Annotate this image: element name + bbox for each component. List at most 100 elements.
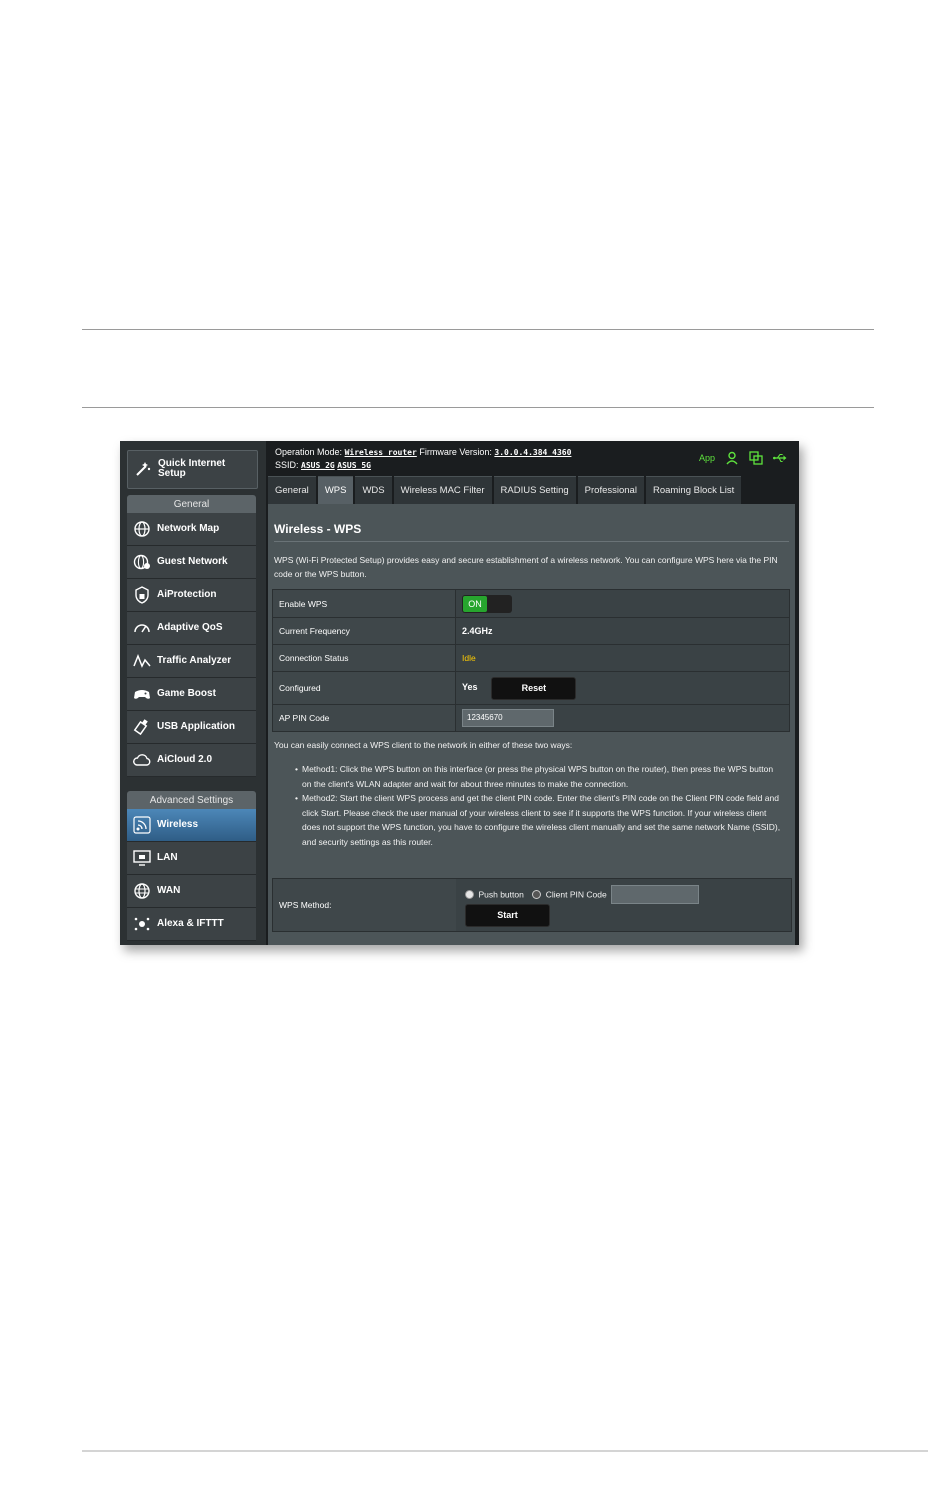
operation-mode-line: Operation Mode: Wireless router Firmware… xyxy=(275,447,571,457)
operation-mode-link[interactable]: Wireless router xyxy=(345,448,417,457)
tab-professional[interactable]: Professional xyxy=(577,476,644,505)
user-icon[interactable] xyxy=(725,451,739,465)
row-configured: Configured Yes Reset xyxy=(272,671,790,705)
sidebar-item-alexa-ifttt[interactable]: Alexa & IFTTT xyxy=(127,908,256,941)
wps-settings-table: Enable WPS ON Current Frequency 2.4GHz C… xyxy=(272,589,790,732)
push-button-radio[interactable] xyxy=(465,890,474,899)
ap-pin-code-field[interactable]: 12345670 xyxy=(462,709,554,727)
copy-devices-icon[interactable] xyxy=(749,451,763,465)
enable-wps-toggle[interactable]: ON xyxy=(462,594,512,613)
title-divider xyxy=(274,541,789,542)
enable-wps-label: Enable WPS xyxy=(272,589,456,618)
wireless-icon xyxy=(133,816,151,834)
sidebar-item-lan[interactable]: LAN xyxy=(127,842,256,875)
wps-method-radio-group: Push button Client PIN Code xyxy=(465,885,700,904)
method2-text: Method2: Start the client WPS process an… xyxy=(302,793,781,847)
tab-wireless-mac-filter[interactable]: Wireless MAC Filter xyxy=(393,476,492,505)
firmware-label: Firmware Version: xyxy=(419,447,492,457)
client-pin-code-radio[interactable] xyxy=(532,890,542,899)
sidebar-item-wireless[interactable]: Wireless xyxy=(127,809,256,842)
sidebar-item-network-map[interactable]: Network Map xyxy=(127,513,256,546)
sidebar-item-label: Alexa & IFTTT xyxy=(157,918,224,929)
toggle-on-label: ON xyxy=(463,595,487,612)
lan-monitor-icon xyxy=(133,850,151,866)
sidebar-item-label: LAN xyxy=(157,852,178,863)
ssid-label: SSID: xyxy=(275,460,299,470)
reset-button[interactable]: Reset xyxy=(491,676,577,700)
row-ap-pin-code: AP PIN Code 12345670 xyxy=(272,704,790,732)
sidebar-item-aiprotection[interactable]: AiProtection xyxy=(127,579,256,612)
app-link[interactable]: App xyxy=(699,453,715,463)
ssid-5g-link[interactable]: ASUS_5G xyxy=(337,461,371,470)
firmware-version-link[interactable]: 3.0.0.4.384_4360 xyxy=(494,448,571,457)
sidebar-item-label: USB Application xyxy=(157,721,235,732)
method1-item: • Method1: Click the WPS button on this i… xyxy=(295,762,782,791)
main-panel: Wireless - WPS WPS (Wi-Fi Protected Setu… xyxy=(268,504,795,945)
top-status-bar: Operation Mode: Wireless router Firmware… xyxy=(266,441,799,475)
wps-method-options: Push button Client PIN Code Start xyxy=(456,879,791,931)
guest-globe-icon xyxy=(133,554,150,570)
sidebar-item-traffic-analyzer[interactable]: Traffic Analyzer xyxy=(127,645,256,678)
divider-top xyxy=(82,329,874,330)
tab-wds[interactable]: WDS xyxy=(355,476,392,505)
alexa-ifttt-icon xyxy=(134,917,150,931)
bullet: • xyxy=(295,793,298,803)
start-button[interactable]: Start xyxy=(465,904,550,927)
usb-stick-icon xyxy=(133,719,148,736)
configured-cell: Yes Reset xyxy=(455,671,790,705)
ssid-line: SSID: ASUS_2G ASUS_5G xyxy=(275,460,371,470)
magic-wand-icon xyxy=(136,462,151,476)
wan-globe-icon xyxy=(134,883,150,899)
current-frequency-value: 2.4GHz xyxy=(455,617,790,645)
divider-second xyxy=(82,407,874,408)
wps-method-label: WPS Method: xyxy=(273,879,461,931)
row-current-frequency: Current Frequency 2.4GHz xyxy=(272,617,790,645)
quick-internet-setup-button[interactable]: Quick Internet Setup xyxy=(127,450,258,489)
speedometer-icon xyxy=(134,624,150,633)
tab-radius-setting[interactable]: RADIUS Setting xyxy=(493,476,576,505)
gamepad-icon xyxy=(134,690,150,699)
client-pin-code-label: Client PIN Code xyxy=(545,889,607,900)
method2-item: • Method2: Start the client WPS process a… xyxy=(295,791,782,849)
globe-network-icon xyxy=(134,521,150,537)
sidebar-item-label: Wireless xyxy=(157,819,199,830)
ap-pin-code-cell: 12345670 xyxy=(455,704,790,732)
ap-pin-code-label: AP PIN Code xyxy=(272,704,456,732)
tab-general[interactable]: General xyxy=(268,476,316,505)
advanced-menu: Advanced Settings Wireless LAN WAN Alexa… xyxy=(127,791,256,941)
sidebar-item-label: WAN xyxy=(157,885,181,896)
sidebar-item-label: Adaptive QoS xyxy=(157,622,223,633)
current-frequency-label: Current Frequency xyxy=(272,617,456,645)
tab-wps[interactable]: WPS xyxy=(317,476,354,505)
general-header: General xyxy=(127,495,256,513)
wps-method-row: WPS Method: Push button Client PIN Code … xyxy=(272,878,792,932)
connection-status-value: Idle xyxy=(462,653,476,663)
usb-icon[interactable] xyxy=(773,451,787,465)
sidebar-item-wan[interactable]: WAN xyxy=(127,875,256,908)
sidebar-item-aicloud[interactable]: AiCloud 2.0 xyxy=(127,744,256,777)
sidebar-item-adaptive-qos[interactable]: Adaptive QoS xyxy=(127,612,256,645)
client-pin-code-input[interactable] xyxy=(611,885,700,904)
sidebar-item-label: Game Boost xyxy=(157,688,216,699)
enable-wps-cell: ON xyxy=(455,589,790,618)
quick-internet-setup-label: Quick Internet Setup xyxy=(158,458,226,479)
connect-intro: You can easily connect a WPS client to t… xyxy=(274,740,573,750)
sidebar-item-guest-network[interactable]: Guest Network xyxy=(127,546,256,579)
configured-label: Configured xyxy=(272,671,456,705)
general-menu: General Network Map Guest Network AiProt… xyxy=(127,495,256,777)
row-connection-status: Connection Status Idle xyxy=(272,644,790,672)
sidebar-item-label: Guest Network xyxy=(157,556,228,567)
bullet: • xyxy=(295,764,298,774)
operation-mode-label: Operation Mode: xyxy=(275,447,343,457)
push-button-label: Push button xyxy=(478,889,524,900)
router-ui-screenshot: Quick Internet Setup General Network Map… xyxy=(120,441,799,945)
sidebar-item-game-boost[interactable]: Game Boost xyxy=(127,678,256,711)
sidebar-item-label: Network Map xyxy=(157,523,220,534)
tab-roaming-block-list[interactable]: Roaming Block List xyxy=(645,476,742,505)
page-description: WPS (Wi-Fi Protected Setup) provides eas… xyxy=(274,555,778,579)
ssid-2g-link[interactable]: ASUS_2G xyxy=(301,461,335,470)
configured-value: Yes xyxy=(462,682,478,693)
sidebar-item-usb-application[interactable]: USB Application xyxy=(127,711,256,744)
page-title: Wireless - WPS xyxy=(274,522,362,536)
methods-list: • Method1: Click the WPS button on this i… xyxy=(295,762,782,849)
